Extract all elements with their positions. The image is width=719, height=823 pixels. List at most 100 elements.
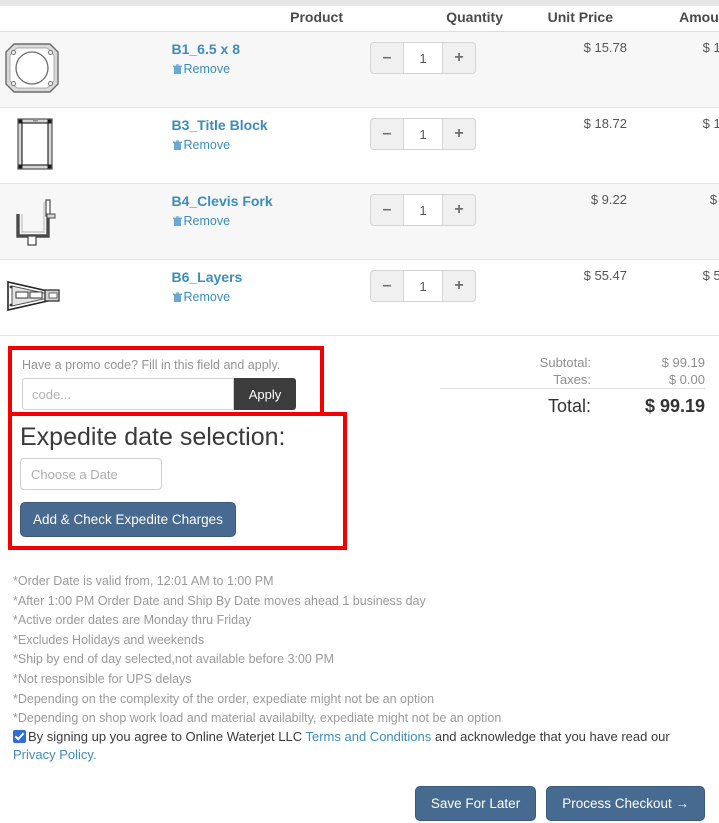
table-row: B4_Clevis Fork Remove – + $ 9.22 $ 9.22: [0, 183, 719, 260]
product-thumbnail-cell: [0, 108, 172, 184]
cart-header-row: Product Quantity Unit Price Amount: [0, 6, 719, 32]
unit-price-cell: $ 55.47: [583, 268, 627, 283]
terms-agreement: By signing up you agree to Online Waterj…: [13, 728, 683, 764]
octagon-plate-icon: [5, 43, 59, 93]
product-link[interactable]: B1_6.5 x 8: [172, 41, 344, 57]
unit-price-cell: $ 9.22: [590, 192, 627, 207]
quantity-stepper: – +: [370, 118, 476, 150]
disclaimer-item: *Excludes Holidays and weekends: [13, 632, 205, 647]
quantity-decrease-button[interactable]: –: [370, 270, 403, 302]
layers-icon: [7, 280, 60, 312]
total-value: $ 99.19: [599, 388, 705, 418]
quantity-input[interactable]: [403, 270, 443, 302]
process-checkout-button[interactable]: Process Checkout →: [546, 786, 705, 821]
quantity-stepper: – +: [370, 42, 476, 74]
privacy-policy-link[interactable]: Privacy Policy.: [13, 747, 97, 762]
remove-product-link[interactable]: Remove: [172, 138, 231, 152]
quantity-input[interactable]: [403, 194, 443, 226]
expedite-date-box: Expedite date selection: Add & Check Exp…: [8, 412, 347, 550]
disclaimer-item: *Order Date is valid from, 12:01 AM to 1…: [13, 574, 274, 588]
disclaimer-item: *Not responsible for UPS delays: [13, 671, 192, 686]
product-name-cell: B4_Clevis Fork Remove: [172, 184, 344, 260]
subtotal-value: $ 99.19: [661, 355, 705, 370]
product-thumbnail-cell: [0, 32, 172, 108]
remove-product-link[interactable]: Remove: [172, 62, 231, 76]
disclaimer-item: *After 1:00 PM Order Date and Ship By Da…: [13, 593, 426, 608]
header-amount: Amount: [627, 6, 719, 32]
disclaimer-item: *Depending on the complexity of the orde…: [13, 691, 435, 706]
save-for-later-button[interactable]: Save For Later: [414, 786, 537, 821]
disclaimer-item: *Depending on shop work load and materia…: [13, 711, 502, 726]
subtotal-label: Subtotal:: [539, 355, 591, 370]
quantity-increase-button[interactable]: +: [443, 194, 476, 226]
quantity-decrease-button[interactable]: –: [370, 194, 403, 226]
terms-text-middle: and acknowledge that you have read our: [431, 729, 670, 744]
expedite-title: Expedite date selection:: [20, 423, 286, 451]
apply-promo-button[interactable]: Apply: [234, 378, 296, 410]
title-block-icon: [17, 118, 53, 170]
product-thumbnail-cell: [0, 184, 172, 260]
remove-label: Remove: [183, 138, 231, 152]
remove-product-link[interactable]: Remove: [172, 214, 231, 228]
remove-label: Remove: [183, 214, 231, 228]
remove-label: Remove: [183, 290, 231, 304]
taxes-row: Taxes: $ 0.00: [440, 371, 705, 389]
product-name-cell: B6_Layers Remove: [172, 260, 344, 336]
terms-and-conditions-link[interactable]: Terms and Conditions: [306, 729, 432, 744]
quantity-cell: – +: [343, 184, 503, 260]
promo-code-row: Apply: [22, 378, 310, 410]
order-totals: Subtotal: $ 99.19 Taxes: $ 0.00 Total: $…: [440, 354, 705, 418]
product-name-cell: B3_Title Block Remove: [172, 108, 344, 184]
unit-price-cell: $ 18.72: [583, 116, 627, 131]
remove-product-link[interactable]: Remove: [172, 290, 231, 304]
quantity-input[interactable]: [403, 118, 443, 150]
taxes-label: Taxes:: [553, 372, 591, 387]
total-row: Total: $ 99.19: [440, 388, 705, 418]
total-label: Total:: [440, 388, 599, 418]
expedite-date-input[interactable]: [20, 458, 162, 490]
header-product: Product: [0, 6, 343, 32]
promo-code-label: Have a promo code? Fill in this field an…: [22, 358, 281, 372]
quantity-increase-button[interactable]: +: [443, 118, 476, 150]
disclaimer-list: *Order Date is valid from, 12:01 AM to 1…: [13, 572, 653, 729]
quantity-stepper: – +: [370, 270, 476, 302]
quantity-increase-button[interactable]: +: [443, 270, 476, 302]
taxes-value: $ 0.00: [668, 372, 705, 387]
promo-and-totals-section: Have a promo code? Fill in this field an…: [0, 346, 719, 420]
promo-code-box: Have a promo code? Fill in this field an…: [8, 346, 324, 420]
table-row: B3_Title Block Remove – + $ 18.72 $ 18.7: [0, 108, 719, 184]
remove-label: Remove: [183, 62, 231, 76]
quantity-cell: – +: [343, 32, 503, 108]
product-link[interactable]: B3_Title Block: [172, 117, 344, 133]
product-link[interactable]: B6_Layers: [172, 269, 344, 285]
disclaimer-item: *Ship by end of day selected,not availab…: [13, 652, 335, 667]
cart-table: Product Quantity Unit Price Amount B1_6.…: [0, 6, 719, 336]
quantity-input[interactable]: [403, 42, 443, 74]
amount-cell: $ 55.47: [702, 268, 719, 283]
quantity-decrease-button[interactable]: –: [370, 118, 403, 150]
quantity-increase-button[interactable]: +: [443, 42, 476, 74]
subtotal-row: Subtotal: $ 99.19: [440, 354, 705, 371]
footer-actions: Save For Later Process Checkout →: [414, 786, 705, 821]
trash-icon: [172, 140, 182, 150]
trash-icon: [172, 64, 182, 74]
unit-price-cell: $ 15.78: [583, 40, 627, 55]
quantity-cell: – +: [343, 260, 503, 336]
cart-table-head: Product Quantity Unit Price Amount: [0, 6, 719, 32]
disclaimer-item: *Active order dates are Monday thru Frid…: [13, 613, 252, 628]
amount-cell: $ 9.22: [709, 192, 719, 207]
clevis-fork-icon: [16, 199, 56, 246]
add-check-expedite-charges-button[interactable]: Add & Check Expedite Charges: [20, 502, 236, 537]
quantity-cell: – +: [343, 108, 503, 184]
product-name-cell: B1_6.5 x 8 Remove: [172, 32, 344, 108]
promo-code-input[interactable]: [22, 378, 234, 410]
amount-cell: $ 18.72: [702, 116, 719, 131]
table-row: B6_Layers Remove – + $ 55.47 $ 55.47: [0, 260, 719, 336]
quantity-stepper: – +: [370, 194, 476, 226]
header-quantity: Quantity: [343, 6, 503, 32]
quantity-decrease-button[interactable]: –: [370, 42, 403, 74]
terms-checkbox[interactable]: [13, 730, 26, 743]
product-link[interactable]: B4_Clevis Fork: [172, 193, 344, 209]
table-row: B1_6.5 x 8 Remove – + $ 15.78 $ 15.78: [0, 31, 719, 108]
cart-table-body: B1_6.5 x 8 Remove – + $ 15.78 $ 15.78: [0, 31, 719, 336]
